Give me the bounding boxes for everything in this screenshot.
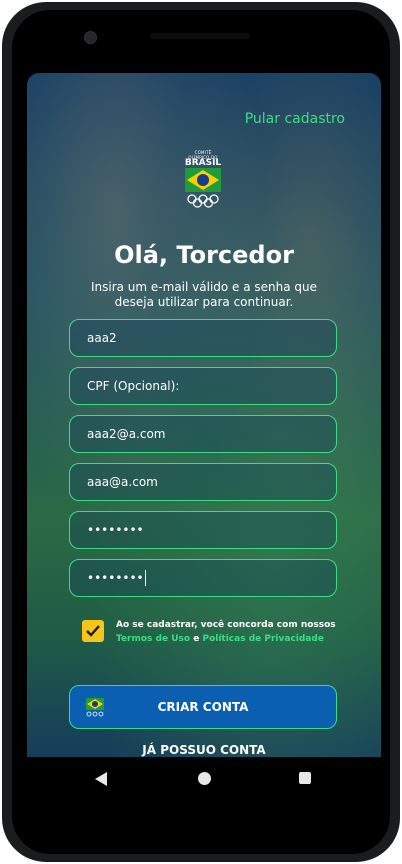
text-caret <box>144 570 146 586</box>
recent-square-icon[interactable] <box>299 772 311 784</box>
page-title: Olá, Torcedor <box>114 241 294 269</box>
logo-brasil-text: BRASIL <box>184 158 222 168</box>
terms-of-use-link[interactable]: Termos de Uso <box>116 634 190 644</box>
create-account-button[interactable]: CRIAR CONTA <box>69 685 337 729</box>
already-have-account-link[interactable]: JÁ POSSUO CONTA <box>27 743 381 757</box>
password-confirm-field[interactable]: •••••••• <box>69 559 337 597</box>
terms-statement: Ao se cadastrar, você concorda com nosso… <box>116 620 336 630</box>
flag-rings-icon <box>185 168 221 208</box>
create-account-label: CRIAR CONTA <box>157 700 249 714</box>
brasil-olympic-logo: COMITÊ OLÍMPICO DO BRASIL <box>184 150 222 208</box>
password-value: •••••••• <box>87 523 144 537</box>
home-circle-icon[interactable] <box>198 772 211 785</box>
skip-signup-link[interactable]: Pular cadastro <box>245 111 345 127</box>
terms-checkbox[interactable] <box>82 620 104 642</box>
email-confirm-value: aaa@a.com <box>87 475 158 489</box>
checkmark-icon <box>86 625 100 637</box>
email-field[interactable]: aaa2@a.com <box>69 415 337 453</box>
cpf-field[interactable]: CPF (Opcional): <box>69 367 337 405</box>
name-field[interactable]: aaa2 <box>69 319 337 357</box>
email-confirm-field[interactable]: aaa@a.com <box>69 463 337 501</box>
cpf-placeholder: CPF (Opcional): <box>87 379 180 393</box>
earpiece-speaker <box>150 33 250 39</box>
privacy-policy-link[interactable]: Políticas de Privacidade <box>202 634 323 644</box>
signup-screen: Pular cadastro COMITÊ OLÍMPICO DO BRASIL… <box>27 73 381 757</box>
page-subtitle: Insira um e-mail válido e a senha que de… <box>90 280 318 309</box>
back-triangle-icon[interactable] <box>94 771 108 787</box>
terms-text: Ao se cadastrar, você concorda com nosso… <box>116 618 342 646</box>
password-field[interactable]: •••••••• <box>69 511 337 549</box>
brasil-logo-icon <box>86 698 104 717</box>
android-nav-bar <box>27 757 381 801</box>
terms-connector: e <box>193 634 200 644</box>
name-value: aaa2 <box>87 331 117 345</box>
email-value: aaa2@a.com <box>87 427 166 441</box>
front-camera <box>84 31 97 44</box>
password-confirm-value: •••••••• <box>87 571 144 585</box>
